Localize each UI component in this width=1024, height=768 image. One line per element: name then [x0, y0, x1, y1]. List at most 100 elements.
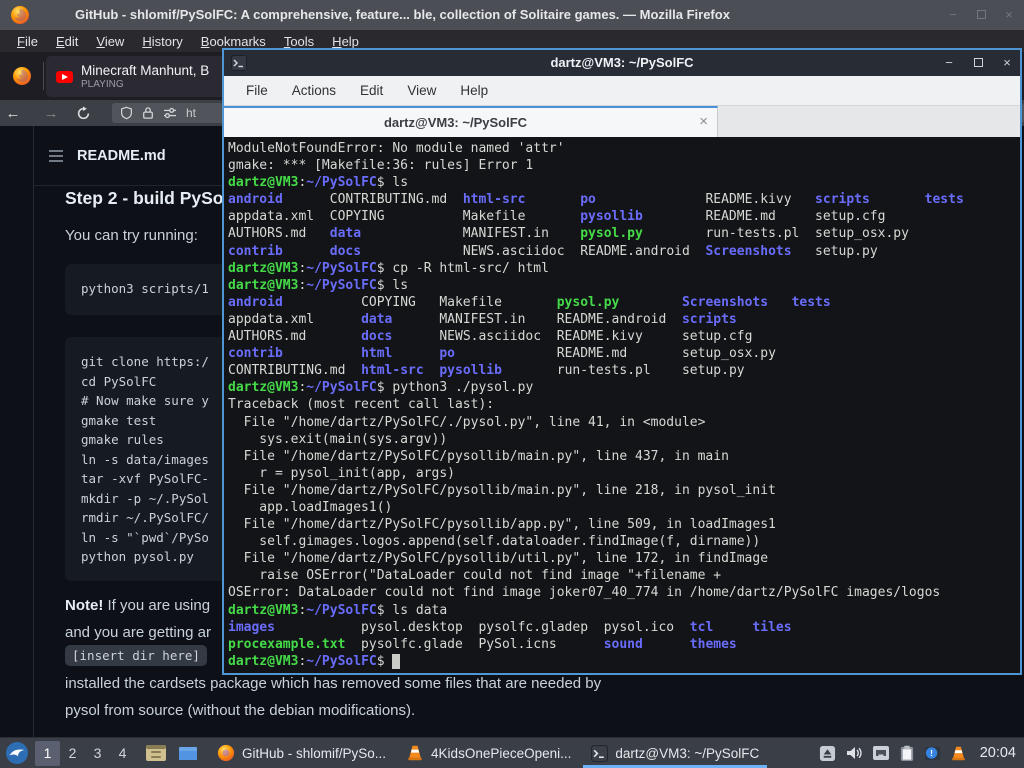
inline-code-pill: [insert dir here]: [65, 645, 207, 666]
terminal-text-segment: ~/PySolFC: [306, 380, 377, 396]
terminal-line: dartz@VM3:~/PySolFC$ python3 ./pysol.py: [228, 379, 1020, 396]
lock-icon[interactable]: [142, 106, 154, 120]
terminal-text-segment: $ python3 ./pysol.py: [376, 380, 534, 396]
terminal-text-segment: po: [580, 192, 596, 208]
firefox-close-button[interactable]: ×: [1002, 8, 1016, 22]
shield-icon[interactable]: [120, 106, 133, 120]
workspace-button-4[interactable]: 4: [110, 741, 135, 766]
terminal-menu-view[interactable]: View: [395, 83, 448, 98]
accelerator: B: [200, 33, 210, 49]
note-line-2: and you are getting ar: [65, 624, 211, 641]
terminal-text-segment: scripts: [815, 192, 870, 208]
terminal-text-segment: android: [228, 192, 283, 208]
terminal-text-segment: MANIFEST.in README.android: [392, 311, 682, 327]
terminal-text-segment: r = pysol_init(app, args): [228, 465, 455, 481]
terminal-window-controls: − ×: [942, 50, 1014, 76]
task-label: GitHub - shlomif/PySo...: [242, 745, 387, 761]
tab-media-status: PLAYING: [81, 79, 124, 90]
terminal-text-segment: $ ls: [376, 175, 409, 191]
terminal-line: images pysol.desktop pysolfc.gladep pyso…: [228, 619, 1020, 636]
task-button-vlc[interactable]: 4KidsOnePieceOpeni...: [396, 738, 581, 768]
terminal-minimize-button[interactable]: −: [942, 56, 956, 70]
terminal-text-segment: CONTRIBUTING.md: [282, 192, 463, 208]
firefox-maximize-button[interactable]: [974, 8, 988, 22]
terminal-text-segment: File "/home/dartz/PySolFC/pysollib/main.…: [228, 448, 729, 464]
note-line-3: installed the cardsets package which has…: [65, 675, 602, 692]
terminal-tab-title: dartz@VM3: ~/PySolFC: [383, 115, 528, 130]
note-bold: Note!: [65, 597, 104, 614]
terminal-text-segment: ~/PySolFC: [306, 260, 377, 276]
terminal-text-segment: ModuleNotFoundError: No module named 'at…: [228, 141, 565, 156]
url-text[interactable]: ht: [186, 106, 196, 120]
terminal-text-segment: html-src: [361, 363, 424, 379]
active-task-indicator: [583, 764, 768, 768]
terminal-text-segment: NEWS.asciidoc README.android: [361, 243, 706, 259]
reload-button[interactable]: [76, 105, 102, 121]
file-manager-icon[interactable]: [145, 743, 167, 763]
readme-paragraph: You can try running:: [65, 227, 198, 244]
terminal-text-segment: contrib: [228, 346, 283, 362]
browser-tab-minecraft[interactable]: Minecraft Manhunt, B PLAYING: [46, 56, 246, 97]
note-text: If you are using: [103, 597, 211, 614]
terminal-line: dartz@VM3:~/PySolFC$ cp -R html-src/ htm…: [228, 260, 1020, 277]
start-menu-button[interactable]: [5, 741, 29, 765]
firefox-menu-history[interactable]: History: [133, 34, 191, 49]
firefox-minimize-button[interactable]: −: [946, 8, 960, 22]
eject-removable-media-icon[interactable]: [819, 745, 836, 762]
task-button-terminal[interactable]: dartz@VM3: ~/PySolFC: [581, 738, 769, 768]
terminal-text-segment: run-tests.pl setup_osx.py: [642, 226, 909, 242]
terminal-menu-edit[interactable]: Edit: [348, 83, 395, 98]
firefox-menu-bookmarks[interactable]: Bookmarks: [192, 34, 275, 49]
terminal-menu-actions[interactable]: Actions: [280, 83, 348, 98]
workspace-button-2[interactable]: 2: [60, 741, 85, 766]
firefox-pinned-tab-icon[interactable]: [12, 66, 32, 86]
firefox-menu-tools[interactable]: Tools: [275, 34, 323, 49]
vlc-tray-icon[interactable]: [950, 745, 967, 762]
terminal-maximize-button[interactable]: [971, 56, 985, 70]
terminal-text-segment: File "/home/dartz/PySolFC/pysollib/util.…: [228, 551, 769, 567]
workspace-button-3[interactable]: 3: [85, 741, 110, 766]
accelerator: F: [17, 33, 25, 49]
back-button[interactable]: ←: [0, 105, 26, 122]
terminal-line: dartz@VM3:~/PySolFC$ ls data: [228, 602, 1020, 619]
clipboard-icon[interactable]: [899, 745, 915, 762]
terminal-line: AUTHORS.md docs NEWS.asciidoc README.kiv…: [228, 328, 1020, 345]
content-left-border: [33, 126, 34, 768]
terminal-menu-file[interactable]: File: [234, 83, 280, 98]
notification-icon[interactable]: !: [924, 745, 941, 762]
terminal-line: OSError: DataLoader could not find image…: [228, 584, 1020, 601]
terminal-menu-help[interactable]: Help: [448, 83, 500, 98]
terminal-titlebar[interactable]: dartz@VM3: ~/PySolFC − ×: [224, 50, 1020, 76]
terminal-tab-close-icon[interactable]: ×: [699, 113, 708, 130]
terminal-text-segment: dartz@VM3: [228, 602, 299, 618]
terminal-line: Traceback (most recent call last):: [228, 396, 1020, 413]
terminal-text-segment: ~/PySolFC: [306, 653, 377, 669]
workspace-button-1[interactable]: 1: [35, 740, 60, 766]
terminal-output[interactable]: ModuleNotFoundError: No module named 'at…: [224, 137, 1020, 673]
firefox-menu-help[interactable]: Help: [323, 34, 368, 49]
terminal-text-segment: AUTHORS.md: [228, 226, 330, 242]
firefox-menu-view[interactable]: View: [87, 34, 133, 49]
terminal-close-button[interactable]: ×: [1000, 56, 1014, 70]
terminal-line: gmake: *** [Makefile:36: rules] Error 1: [228, 157, 1020, 174]
terminal-text-segment: android: [228, 294, 283, 310]
task-button-firefox[interactable]: GitHub - shlomif/PySo...: [207, 738, 396, 768]
permissions-sliders-icon[interactable]: [163, 107, 177, 119]
terminal-tab[interactable]: dartz@VM3: ~/PySolFC ×: [224, 106, 718, 137]
terminal-text-segment: gmake: *** [Makefile:36: rules] Error 1: [228, 158, 534, 174]
firefox-menu-edit[interactable]: Edit: [47, 34, 87, 49]
terminal-text-segment: dartz@VM3: [228, 380, 299, 396]
volume-icon[interactable]: [845, 745, 863, 761]
list-icon[interactable]: [48, 149, 64, 163]
desktop-pager-icon[interactable]: [177, 744, 199, 762]
readme-filename[interactable]: README.md: [77, 148, 166, 164]
network-icon[interactable]: [872, 745, 890, 761]
desktop: GitHub - shlomif/PySolFC: A comprehensiv…: [0, 0, 1024, 768]
terminal-text-segment: data: [329, 226, 362, 242]
clock[interactable]: 20:04: [980, 745, 1016, 761]
firefox-menu-file[interactable]: File: [8, 34, 47, 49]
firefox-logo-icon: [10, 5, 30, 25]
firefox-titlebar[interactable]: GitHub - shlomif/PySolFC: A comprehensiv…: [0, 0, 1024, 30]
forward-button[interactable]: →: [38, 105, 64, 122]
